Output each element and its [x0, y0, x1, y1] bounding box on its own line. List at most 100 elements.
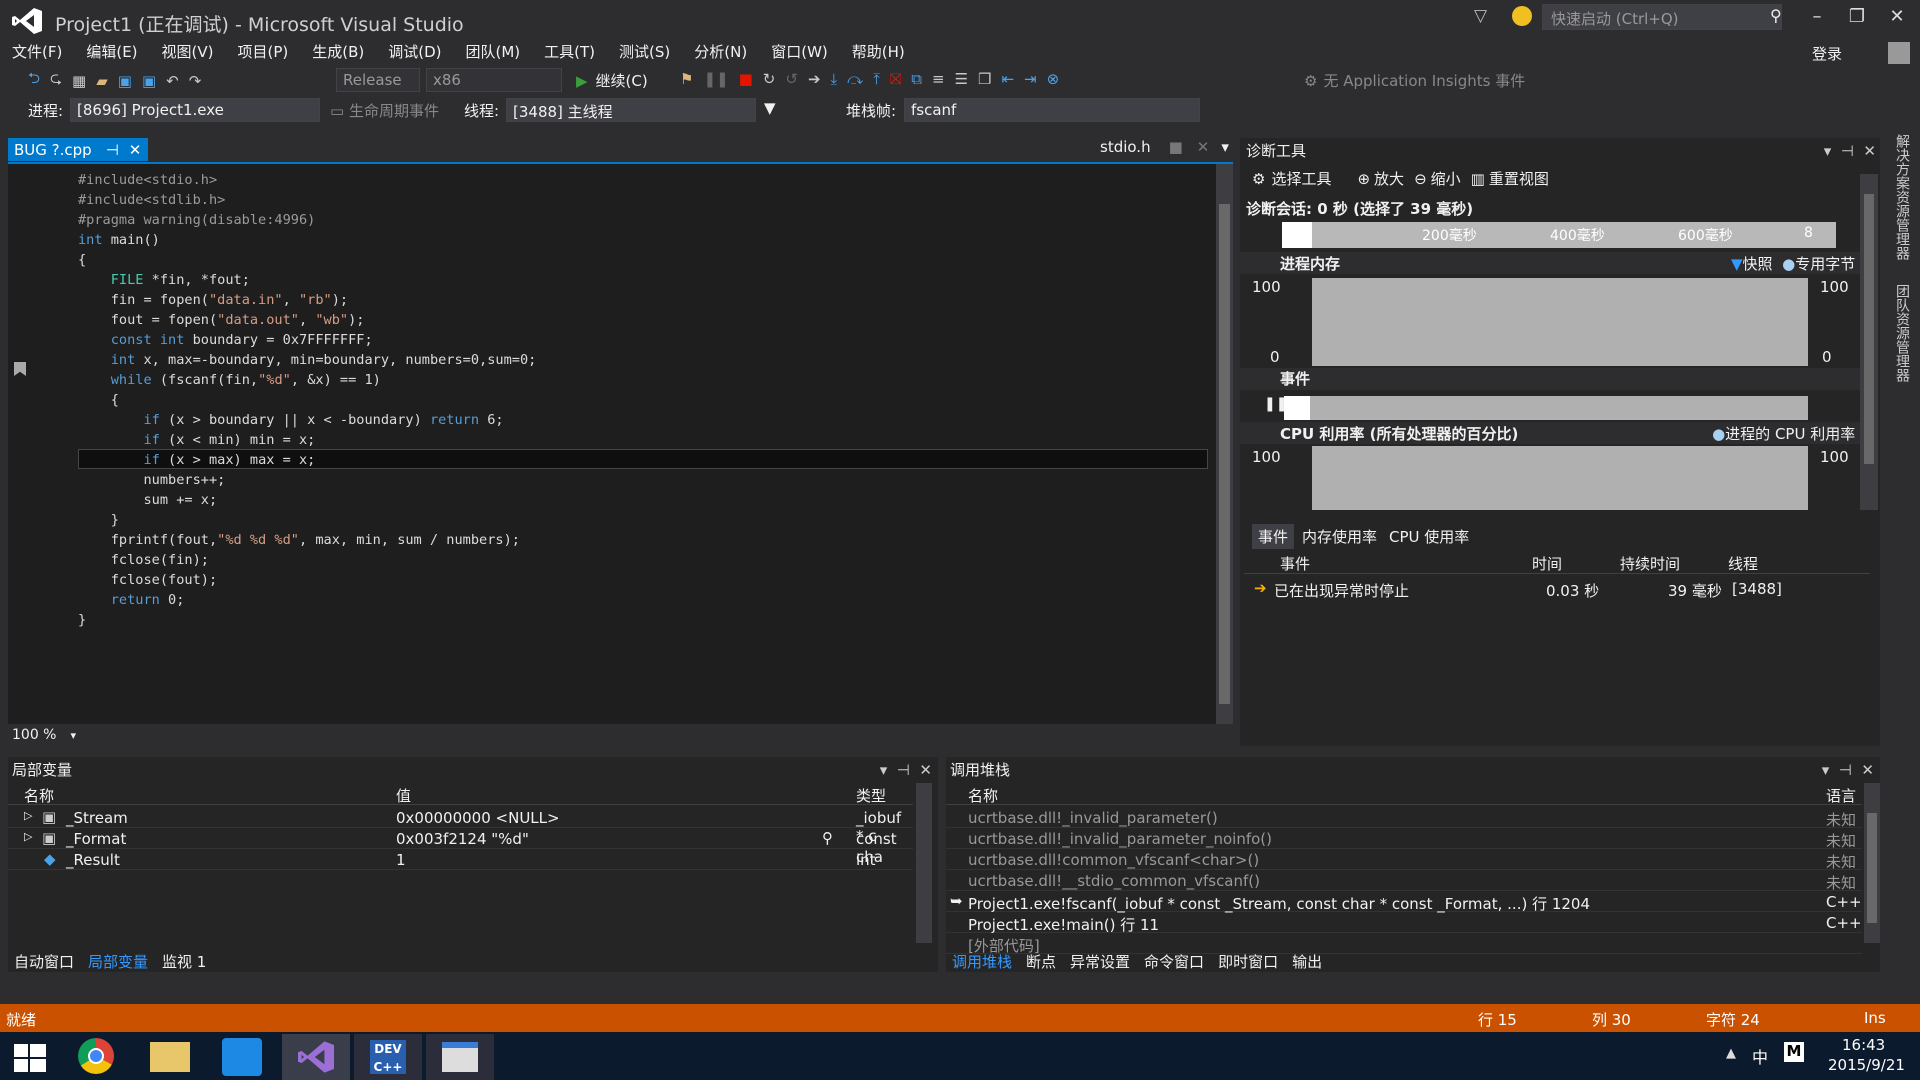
close-icon[interactable]: ✕: [1863, 142, 1876, 160]
tab-autos[interactable]: 自动窗口: [14, 951, 74, 972]
tab-immediate-window[interactable]: 即时窗口: [1218, 951, 1278, 972]
lifecycle-events-dropdown[interactable]: ▭ 生命周期事件: [330, 100, 439, 121]
memory-graph[interactable]: [1312, 278, 1808, 366]
tab-cpu-usage[interactable]: CPU 使用率: [1389, 526, 1469, 547]
code-line[interactable]: #include<stdio.h>: [78, 170, 536, 190]
editor-vertical-scrollbar[interactable]: [1216, 164, 1233, 726]
undo-icon[interactable]: ↶: [166, 72, 179, 90]
callstack-row[interactable]: ucrtbase.dll!_invalid_parameter() 未知: [946, 807, 1862, 829]
next-bookmark-icon[interactable]: ⇥: [1024, 70, 1037, 88]
restart-icon[interactable]: ↻: [763, 70, 776, 88]
tab-watch-1[interactable]: 监视 1: [162, 951, 206, 972]
callstack-row-current[interactable]: ➥ Project1.exe!fscanf(_iobuf * const _St…: [946, 891, 1862, 913]
menu-project[interactable]: 项目(P): [226, 40, 301, 64]
code-content[interactable]: #include<stdio.h> #include<stdlib.h> #prag…: [78, 170, 536, 630]
close-icon[interactable]: ✕: [919, 761, 932, 779]
events-track[interactable]: [1284, 396, 1808, 420]
menu-analyze[interactable]: 分析(N): [682, 40, 759, 64]
feedback-smile-icon[interactable]: [1512, 6, 1532, 26]
cpu-graph[interactable]: [1312, 446, 1808, 510]
code-editor[interactable]: #include<stdio.h> #include<stdlib.h> #prag…: [8, 162, 1233, 726]
menu-window[interactable]: 窗口(W): [759, 40, 840, 64]
tab-call-stack[interactable]: 调用堆栈: [952, 951, 1012, 972]
code-line[interactable]: FILE *fin, *fout;: [78, 270, 536, 290]
code-line[interactable]: int main(): [78, 230, 536, 250]
dev-cpp-taskbar-icon[interactable]: DEV C++: [354, 1034, 422, 1080]
events-section-header[interactable]: 事件: [1240, 368, 1860, 390]
clock-time[interactable]: 16:43: [1842, 1036, 1885, 1054]
tab-events[interactable]: 事件: [1252, 524, 1295, 549]
console-taskbar-icon[interactable]: [426, 1034, 494, 1080]
bookmark-icon[interactable]: ❒: [978, 70, 991, 88]
chrome-taskbar-icon[interactable]: [78, 1038, 114, 1074]
expand-icon[interactable]: ▷: [24, 830, 32, 843]
pin-icon[interactable]: ⊣: [1839, 761, 1852, 779]
tab-command-window[interactable]: 命令窗口: [1144, 951, 1204, 972]
pin-icon[interactable]: ⊣: [897, 761, 910, 779]
diag-scrollbar[interactable]: [1860, 174, 1878, 510]
code-line[interactable]: sum += x;: [78, 490, 536, 510]
scrollbar-thumb[interactable]: [1219, 204, 1230, 704]
solution-platform-dropdown[interactable]: x86: [426, 68, 562, 92]
refresh-icon[interactable]: ↺: [785, 70, 798, 88]
tab-overflow-icon[interactable]: ▾: [1221, 138, 1229, 156]
account-icon[interactable]: [1888, 42, 1910, 64]
close-icon[interactable]: ✕: [1861, 761, 1874, 779]
hex-display-icon[interactable]: ⛝: [890, 70, 901, 88]
code-line[interactable]: while (fscanf(fin,"%d", &x) == 1): [78, 370, 536, 390]
solution-explorer-side-tab[interactable]: 解决方案资源管理器: [1892, 134, 1912, 260]
magnifier-icon[interactable]: ⚲: [822, 829, 833, 847]
callstack-row[interactable]: Project1.exe!main() 行 11 C++: [946, 912, 1862, 934]
menu-team[interactable]: 团队(M): [454, 40, 533, 64]
zoom-out-button[interactable]: 缩小: [1431, 168, 1461, 189]
show-hidden-icons-icon[interactable]: ▲: [1726, 1046, 1736, 1061]
solution-config-dropdown[interactable]: Release: [336, 68, 420, 92]
redo-icon[interactable]: ↷: [189, 72, 202, 90]
quick-launch-input[interactable]: 快速启动 (Ctrl+Q): [1542, 4, 1782, 30]
menu-build[interactable]: 生成(B): [300, 40, 376, 64]
prev-bookmark-icon[interactable]: ⇤: [1001, 70, 1014, 88]
menu-edit[interactable]: 编辑(E): [74, 40, 149, 64]
comment-icon[interactable]: ☰: [955, 70, 968, 88]
save-all-icon[interactable]: ▣: [142, 72, 156, 90]
open-file-icon[interactable]: ▰: [96, 72, 108, 90]
cpu-section-header[interactable]: CPU 利用率 (所有处理器的百分比) ●进程的 CPU 利用率: [1240, 422, 1860, 444]
show-next-statement-icon[interactable]: ➔: [808, 70, 821, 88]
notification-filter-icon[interactable]: ▽: [1474, 6, 1487, 26]
zoom-level-dropdown[interactable]: 100 %: [12, 727, 56, 743]
memory-section-header[interactable]: 进程内存 ▼快照 ●专用字节: [1240, 252, 1860, 274]
zoom-in-icon[interactable]: ⊕: [1357, 170, 1370, 188]
code-line[interactable]: if (x < min) min = x;: [78, 430, 536, 450]
code-line[interactable]: if (x > max) max = x;: [78, 450, 536, 470]
step-into-icon[interactable]: ⤓: [831, 70, 838, 88]
menu-tools[interactable]: 工具(T): [532, 40, 607, 64]
panel-menu-icon[interactable]: ▾: [1824, 142, 1832, 160]
close-tab-icon[interactable]: ✕: [1197, 138, 1210, 156]
tab-breakpoints[interactable]: 断点: [1026, 951, 1056, 972]
indent-icon[interactable]: ≡: [932, 70, 945, 88]
callstack-scrollbar[interactable]: [1864, 783, 1880, 943]
menu-debug[interactable]: 调试(D): [376, 40, 453, 64]
tab-locals[interactable]: 局部变量: [88, 951, 148, 972]
thread-dropdown[interactable]: [3488] 主线程: [506, 98, 756, 122]
code-line[interactable]: fout = fopen("data.out", "wb");: [78, 310, 536, 330]
reset-view-icon[interactable]: ▥: [1471, 170, 1485, 188]
ime-mode-icon[interactable]: M: [1784, 1042, 1804, 1062]
process-dropdown[interactable]: [8696] Project1.exe: [70, 98, 320, 122]
code-line[interactable]: fprintf(fout,"%d %d %d", max, min, sum /…: [78, 530, 536, 550]
scrollbar-thumb[interactable]: [1867, 813, 1877, 923]
tab-exception-settings[interactable]: 异常设置: [1070, 951, 1130, 972]
attach-icon[interactable]: ⚑: [680, 70, 693, 88]
code-line[interactable]: fclose(fout);: [78, 570, 536, 590]
team-explorer-side-tab[interactable]: 团队资源管理器: [1892, 284, 1912, 382]
code-line[interactable]: }: [78, 610, 536, 630]
locals-row[interactable]: ◆ _Result 1 int: [8, 849, 913, 870]
gear-icon[interactable]: ⚙: [1252, 170, 1265, 188]
windows-start-icon[interactable]: [14, 1044, 46, 1072]
search-icon[interactable]: ⚲: [1770, 6, 1782, 25]
new-project-icon[interactable]: ▦: [72, 72, 86, 90]
select-tools-button[interactable]: 选择工具: [1271, 168, 1331, 189]
menu-help[interactable]: 帮助(H): [840, 40, 917, 64]
visual-studio-taskbar-icon[interactable]: [282, 1034, 350, 1080]
code-line[interactable]: {: [78, 250, 536, 270]
